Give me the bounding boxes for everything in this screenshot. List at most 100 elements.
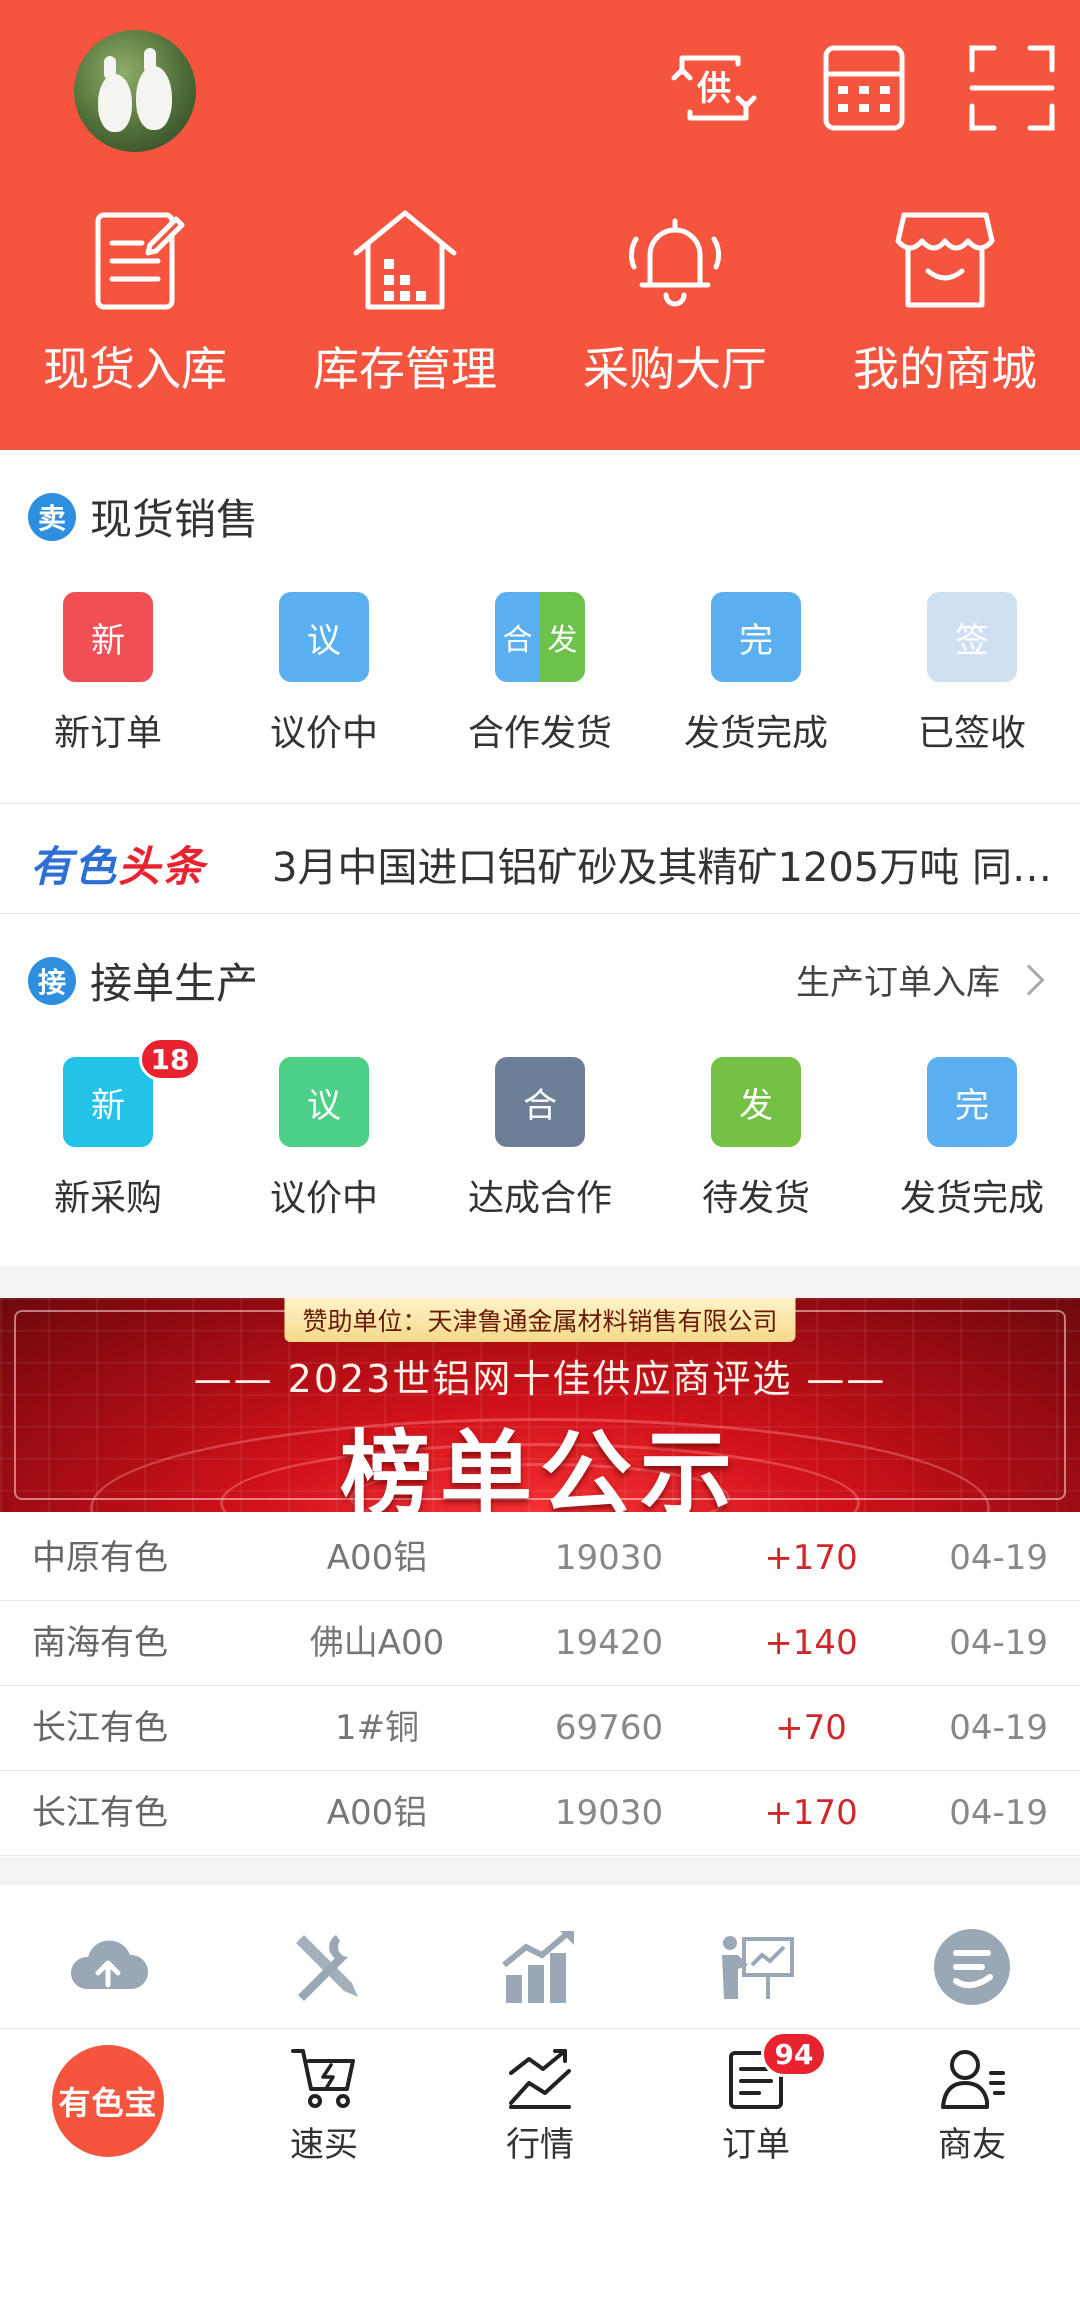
scan-icon[interactable] xyxy=(966,42,1058,134)
bell-icon xyxy=(620,205,730,315)
price-value: 19420 xyxy=(554,1623,664,1663)
price-product: A00铝 xyxy=(326,1538,428,1578)
negotiate-tile-icon: 议 xyxy=(279,1057,369,1147)
production-header: 接 接单生产 xyxy=(28,950,258,1011)
section-gap xyxy=(0,1857,1080,1885)
price-source: 长江有色 xyxy=(32,1708,168,1748)
done-tile-icon: 完 xyxy=(927,1057,1017,1147)
price-row[interactable]: 中原有色 A00铝 19030 +170 04-19 xyxy=(0,1516,1080,1601)
prod-to-ship[interactable]: 发 待发货 xyxy=(648,1057,864,1221)
price-row[interactable]: 长江有色 A00铝 19030 +170 04-19 xyxy=(0,1771,1080,1856)
section-title: 接单生产 xyxy=(90,959,259,1008)
nav-label: 库存管理 xyxy=(313,342,497,396)
tab-label: 行情 xyxy=(506,2125,574,2165)
price-value: 69760 xyxy=(554,1708,664,1748)
tile-right: 发 xyxy=(540,592,585,682)
divider xyxy=(0,803,1080,804)
spot-new-order[interactable]: 新 新订单 xyxy=(0,592,216,756)
accept-badge-icon: 接 xyxy=(28,956,76,1005)
news-headline[interactable]: 3月中国进口铝矿砂及其精矿1205万吨 同比增长 xyxy=(272,835,1062,893)
grid-label: 达成合作 xyxy=(467,1178,612,1219)
section-title: 现货销售 xyxy=(90,495,259,544)
link-label: 生产订单入库 xyxy=(796,963,1000,1003)
nav-stock-in[interactable]: 现货入库 xyxy=(0,205,270,405)
spot-shipped[interactable]: 完 发货完成 xyxy=(648,592,864,756)
tab-label: 订单 xyxy=(722,2125,790,2165)
tile-char: 新 xyxy=(91,1085,125,1126)
tile-left: 合 xyxy=(495,592,540,682)
growth-chart-icon[interactable] xyxy=(498,1925,582,2009)
presentation-icon[interactable] xyxy=(714,1925,798,2009)
prod-shipped[interactable]: 完 发货完成 xyxy=(864,1057,1080,1221)
grid-label: 发货完成 xyxy=(899,1178,1044,1219)
tools-icon[interactable] xyxy=(282,1925,366,2009)
nav-label: 现货入库 xyxy=(43,342,227,396)
price-change: +70 xyxy=(775,1708,847,1748)
spot-signed[interactable]: 签 已签收 xyxy=(864,592,1080,756)
price-date: 04-19 xyxy=(949,1623,1048,1663)
tab-market[interactable]: 行情 xyxy=(470,2043,610,2166)
banner-subtitle: —— 2023世铝网十佳供应商评选 —— xyxy=(193,1357,887,1401)
price-row[interactable]: 长江有色 1#铜 69760 +70 04-19 xyxy=(0,1686,1080,1771)
prod-agreed[interactable]: 合 达成合作 xyxy=(432,1057,648,1221)
grid-label: 议价中 xyxy=(269,713,378,754)
sell-badge-icon: 卖 xyxy=(28,492,76,541)
grid-label: 合作发货 xyxy=(467,713,612,754)
svg-text:供: 供 xyxy=(696,69,731,109)
tab-quick-buy[interactable]: 速买 xyxy=(254,2043,394,2166)
price-product: 1#铜 xyxy=(334,1708,420,1748)
cooperate-ship-tile-icon: 合 发 xyxy=(495,592,585,682)
ship-tile-icon: 发 xyxy=(711,1057,801,1147)
cloud-upload-icon[interactable] xyxy=(66,1925,150,2009)
tab-orders[interactable]: 94 订单 xyxy=(686,2031,827,2166)
calculator-icon[interactable] xyxy=(818,42,910,134)
tab-label: 速买 xyxy=(290,2125,358,2165)
nav-my-shop[interactable]: 我的商城 xyxy=(810,205,1080,405)
new-tile-icon: 新 18 xyxy=(63,1037,201,1147)
price-row[interactable]: 南海有色 佛山A00 19420 +140 04-19 xyxy=(0,1601,1080,1686)
orders-icon: 94 xyxy=(721,2031,827,2113)
e-logo-icon[interactable] xyxy=(930,1925,1014,2009)
shop-icon xyxy=(890,205,1000,315)
price-product: A00铝 xyxy=(326,1793,428,1833)
tab-contacts[interactable]: 商友 xyxy=(902,2043,1042,2166)
chevron-right-icon xyxy=(1013,963,1045,996)
market-icon xyxy=(505,2043,575,2113)
quick-buy-icon xyxy=(289,2043,359,2113)
prod-negotiating[interactable]: 议 议价中 xyxy=(216,1057,432,1221)
spot-cooperative-shipping[interactable]: 合 发 合作发货 xyxy=(432,592,648,756)
news-logo: 有色头条 xyxy=(30,833,206,894)
price-change: +140 xyxy=(764,1623,858,1663)
grid-label: 已签收 xyxy=(917,713,1026,754)
nav-inventory[interactable]: 库存管理 xyxy=(270,205,540,405)
count-badge: 18 xyxy=(139,1037,201,1081)
price-change: +170 xyxy=(764,1538,858,1578)
price-date: 04-19 xyxy=(949,1793,1048,1833)
grid-label: 新订单 xyxy=(53,713,162,754)
price-date: 04-19 xyxy=(949,1538,1048,1578)
nav-purchase-hall[interactable]: 采购大厅 xyxy=(540,205,810,405)
contacts-icon xyxy=(937,2043,1007,2113)
supply-switch-icon[interactable]: 供 xyxy=(668,42,760,134)
price-change: +170 xyxy=(764,1793,858,1833)
tab-label: 商友 xyxy=(938,2125,1006,2165)
warehouse-icon xyxy=(350,205,460,315)
price-value: 19030 xyxy=(554,1793,664,1833)
avatar[interactable] xyxy=(74,30,196,152)
nav-label: 我的商城 xyxy=(853,342,1037,396)
header: 供 现货入库 库存管理 采购大厅 我的商城 xyxy=(0,0,1080,450)
price-product: 佛山A00 xyxy=(309,1623,445,1663)
spot-negotiating[interactable]: 议 议价中 xyxy=(216,592,432,756)
orders-count-badge: 94 xyxy=(761,2031,827,2077)
stock-in-icon xyxy=(80,205,190,315)
promo-banner[interactable]: 赞助单位：天津鲁通金属材料销售有限公司 —— 2023世铝网十佳供应商评选 ——… xyxy=(0,1298,1080,1512)
signed-tile-icon: 签 xyxy=(927,592,1017,682)
done-tile-icon: 完 xyxy=(711,592,801,682)
price-value: 19030 xyxy=(554,1538,664,1578)
grid-label: 待发货 xyxy=(701,1178,810,1219)
bottom-tab-bar: 有色宝 速买 行情 94 订单 商友 xyxy=(0,2028,1080,2180)
production-order-stock-in-link[interactable]: 生产订单入库 xyxy=(796,955,1045,1004)
price-source: 长江有色 xyxy=(32,1793,168,1833)
home-tab-button[interactable]: 有色宝 xyxy=(52,2045,164,2157)
prod-new-purchase[interactable]: 新 18 新采购 xyxy=(0,1037,216,1221)
